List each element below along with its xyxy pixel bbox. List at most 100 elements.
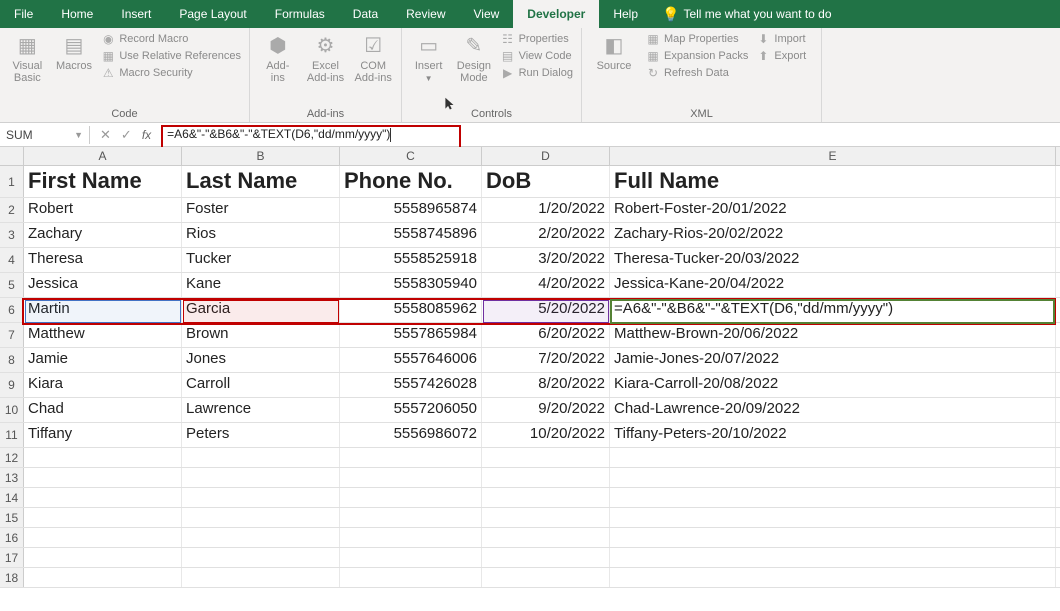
cell-C4[interactable]: 5558525918 xyxy=(340,248,482,272)
properties-button[interactable]: ☷Properties xyxy=(501,32,573,46)
cell-B14[interactable] xyxy=(182,488,340,507)
record-macro-button[interactable]: ◉Record Macro xyxy=(101,32,241,46)
cell-E10[interactable]: Chad-Lawrence-20/09/2022 xyxy=(610,398,1056,422)
cell-E3[interactable]: Zachary-Rios-20/02/2022 xyxy=(610,223,1056,247)
macros-button[interactable]: ▤ Macros xyxy=(55,32,94,106)
cell-D3[interactable]: 2/20/2022 xyxy=(482,223,610,247)
tab-review[interactable]: Review xyxy=(392,0,459,28)
row-header-11[interactable]: 11 xyxy=(0,423,24,447)
cell-A15[interactable] xyxy=(24,508,182,527)
tab-file[interactable]: File xyxy=(0,0,47,28)
cell-B5[interactable]: Kane xyxy=(182,273,340,297)
cell-E5[interactable]: Jessica-Kane-20/04/2022 xyxy=(610,273,1056,297)
tab-page-layout[interactable]: Page Layout xyxy=(165,0,260,28)
cell-E16[interactable] xyxy=(610,528,1056,547)
cell-C3[interactable]: 5558745896 xyxy=(340,223,482,247)
macro-security-button[interactable]: ⚠Macro Security xyxy=(101,66,241,80)
cell-A16[interactable] xyxy=(24,528,182,547)
enter-formula-button[interactable]: ✓ xyxy=(121,127,132,143)
run-dialog-button[interactable]: ▶Run Dialog xyxy=(501,66,573,80)
cell-A7[interactable]: Matthew xyxy=(24,323,182,347)
cell-A3[interactable]: Zachary xyxy=(24,223,182,247)
cell-C2[interactable]: 5558965874 xyxy=(340,198,482,222)
name-box[interactable]: SUM ▼ xyxy=(0,126,90,144)
cell-D11[interactable]: 10/20/2022 xyxy=(482,423,610,447)
cell-C1[interactable]: Phone No. xyxy=(340,166,482,197)
cell-D1[interactable]: DoB xyxy=(482,166,610,197)
cell-C12[interactable] xyxy=(340,448,482,467)
tab-formulas[interactable]: Formulas xyxy=(261,0,339,28)
row-header-5[interactable]: 5 xyxy=(0,273,24,297)
select-all-corner[interactable] xyxy=(0,147,24,165)
addins-button[interactable]: ⬢Add- ins xyxy=(258,32,298,106)
row-header-7[interactable]: 7 xyxy=(0,323,24,347)
cell-D8[interactable]: 7/20/2022 xyxy=(482,348,610,372)
row-header-10[interactable]: 10 xyxy=(0,398,24,422)
cell-D16[interactable] xyxy=(482,528,610,547)
tab-data[interactable]: Data xyxy=(339,0,392,28)
cell-C17[interactable] xyxy=(340,548,482,567)
cell-C16[interactable] xyxy=(340,528,482,547)
formula-input[interactable]: =A6&"-"&B6&"-"&TEXT(D6,"dd/mm/yyyy") xyxy=(161,125,1060,144)
xml-import-button[interactable]: ⬇Import xyxy=(756,32,806,46)
xml-source-button[interactable]: ◧Source xyxy=(590,32,638,106)
cell-A1[interactable]: First Name xyxy=(24,166,182,197)
col-header-E[interactable]: E xyxy=(610,147,1056,165)
cell-C6[interactable]: 5558085962 xyxy=(340,298,482,322)
cell-D13[interactable] xyxy=(482,468,610,487)
insert-control-button[interactable]: ▭Insert▼ xyxy=(410,32,447,106)
cell-E4[interactable]: Theresa-Tucker-20/03/2022 xyxy=(610,248,1056,272)
row-header-4[interactable]: 4 xyxy=(0,248,24,272)
row-header-6[interactable]: 6 xyxy=(0,298,24,322)
cell-E13[interactable] xyxy=(610,468,1056,487)
row-header-13[interactable]: 13 xyxy=(0,468,24,487)
cell-E2[interactable]: Robert-Foster-20/01/2022 xyxy=(610,198,1056,222)
cell-A5[interactable]: Jessica xyxy=(24,273,182,297)
row-header-1[interactable]: 1 xyxy=(0,166,24,197)
cell-E11[interactable]: Tiffany-Peters-20/10/2022 xyxy=(610,423,1056,447)
cell-B15[interactable] xyxy=(182,508,340,527)
cell-A11[interactable]: Tiffany xyxy=(24,423,182,447)
excel-addins-button[interactable]: ⚙Excel Add-ins xyxy=(306,32,346,106)
cell-D14[interactable] xyxy=(482,488,610,507)
cell-D6[interactable]: 5/20/2022 xyxy=(482,298,610,322)
cell-A6[interactable]: Martin xyxy=(24,298,182,322)
cell-D12[interactable] xyxy=(482,448,610,467)
cell-E18[interactable] xyxy=(610,568,1056,587)
cell-A14[interactable] xyxy=(24,488,182,507)
col-header-C[interactable]: C xyxy=(340,147,482,165)
row-header-15[interactable]: 15 xyxy=(0,508,24,527)
cell-D18[interactable] xyxy=(482,568,610,587)
cell-A12[interactable] xyxy=(24,448,182,467)
row-header-18[interactable]: 18 xyxy=(0,568,24,587)
tab-home[interactable]: Home xyxy=(47,0,107,28)
cell-D9[interactable]: 8/20/2022 xyxy=(482,373,610,397)
row-header-8[interactable]: 8 xyxy=(0,348,24,372)
chevron-down-icon[interactable]: ▼ xyxy=(74,130,83,140)
cell-B8[interactable]: Jones xyxy=(182,348,340,372)
cell-A17[interactable] xyxy=(24,548,182,567)
tab-insert[interactable]: Insert xyxy=(107,0,165,28)
cell-D4[interactable]: 3/20/2022 xyxy=(482,248,610,272)
cell-C18[interactable] xyxy=(340,568,482,587)
cell-C10[interactable]: 5557206050 xyxy=(340,398,482,422)
row-header-16[interactable]: 16 xyxy=(0,528,24,547)
expansion-packs-button[interactable]: ▦Expansion Packs xyxy=(646,49,748,63)
cell-D7[interactable]: 6/20/2022 xyxy=(482,323,610,347)
cell-D17[interactable] xyxy=(482,548,610,567)
cell-E7[interactable]: Matthew-Brown-20/06/2022 xyxy=(610,323,1056,347)
cell-E9[interactable]: Kiara-Carroll-20/08/2022 xyxy=(610,373,1056,397)
cell-C11[interactable]: 5556986072 xyxy=(340,423,482,447)
cell-D15[interactable] xyxy=(482,508,610,527)
cell-B2[interactable]: Foster xyxy=(182,198,340,222)
cell-C9[interactable]: 5557426028 xyxy=(340,373,482,397)
cell-E1[interactable]: Full Name xyxy=(610,166,1056,197)
design-mode-button[interactable]: ✎Design Mode xyxy=(455,32,492,106)
cell-B18[interactable] xyxy=(182,568,340,587)
row-header-17[interactable]: 17 xyxy=(0,548,24,567)
tab-help[interactable]: Help xyxy=(599,0,652,28)
cell-B17[interactable] xyxy=(182,548,340,567)
visual-basic-button[interactable]: ▦ Visual Basic xyxy=(8,32,47,106)
cell-D2[interactable]: 1/20/2022 xyxy=(482,198,610,222)
cell-E12[interactable] xyxy=(610,448,1056,467)
